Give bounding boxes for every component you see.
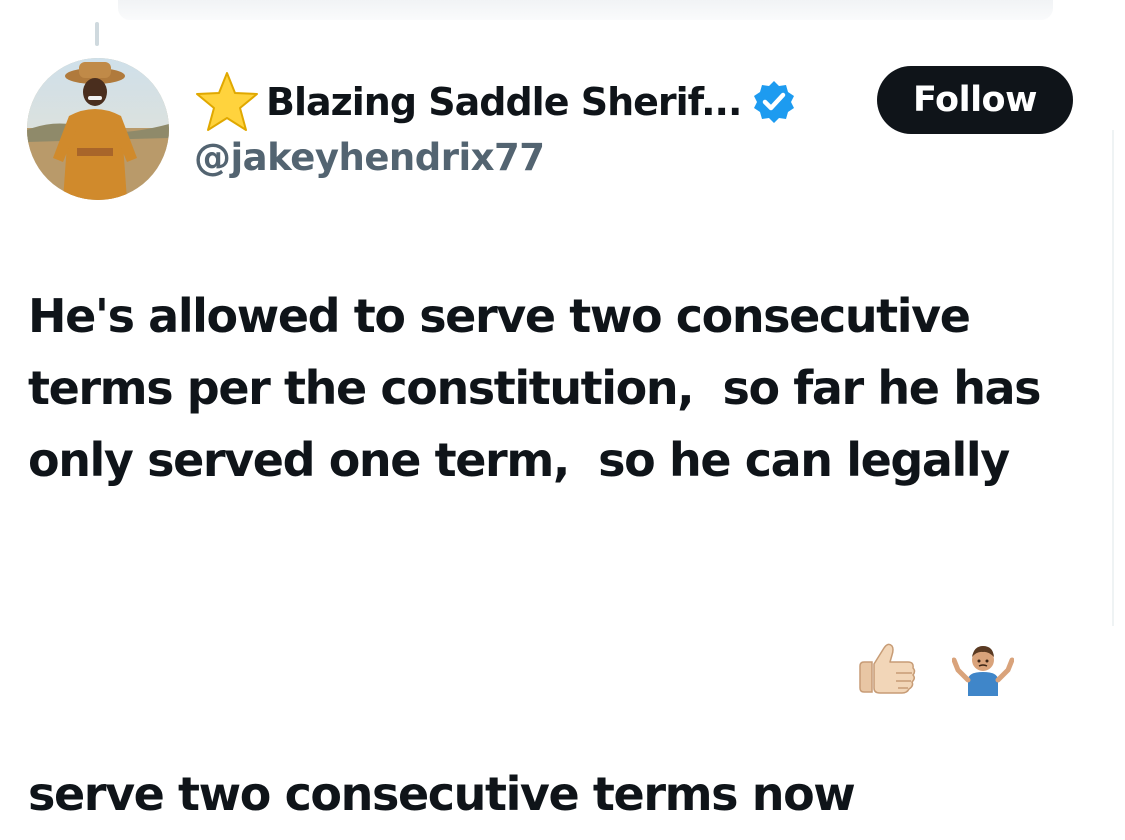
avatar-image (27, 58, 169, 200)
post-text-line: serve two consecutive terms now (28, 767, 856, 821)
author-display-name[interactable]: Blazing Saddle Sherif... (266, 80, 742, 124)
scrollbar-track (1112, 130, 1114, 626)
star-icon (194, 71, 260, 133)
previous-post-edge (118, 0, 1053, 20)
author-name-row[interactable]: Blazing Saddle Sherif... (194, 70, 797, 134)
person-shrugging-emoji (952, 496, 1040, 840)
thumbs-up-emoji (854, 496, 942, 840)
post-text: He's allowed to serve two consecutive te… (28, 280, 1103, 840)
thread-connector-line (95, 22, 99, 46)
follow-button[interactable]: Follow (877, 66, 1073, 134)
verified-badge-icon[interactable] (751, 79, 797, 125)
post-text-line: terms per the constitution, so far he ha… (28, 361, 1042, 415)
post-text-line-last: serve two consecutive terms now (28, 496, 1103, 840)
post-text-line: only served one term, so he can legally (28, 433, 1010, 487)
avatar[interactable] (27, 58, 169, 200)
post-text-line: He's allowed to serve two consecutive (28, 289, 971, 343)
author-handle[interactable]: @jakeyhendrix77 (194, 136, 545, 179)
